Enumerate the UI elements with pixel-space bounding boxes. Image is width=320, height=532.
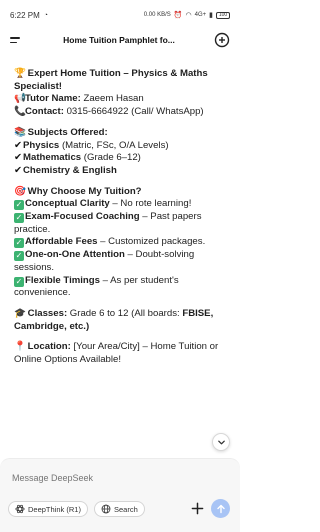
battery-icon: 100 — [216, 11, 230, 19]
menu-icon[interactable] — [10, 33, 24, 47]
send-button[interactable] — [211, 499, 230, 518]
message-composer: DeepThink (R1) Search — [0, 458, 240, 532]
classes-label: Classes: — [27, 307, 68, 319]
reason-name: Conceptual Clarity — [25, 198, 110, 210]
classes-value: Grade 6 to 12 (All boards: — [67, 307, 183, 319]
classes-paragraph: 🎓 Classes: Grade 6 to 12 (All boards: FB… — [14, 308, 226, 333]
phone-icon: 📞 — [14, 106, 26, 118]
network-speed: 0.00 KB/S — [143, 12, 171, 18]
reason-name: Affordable Fees — [25, 236, 98, 248]
status-bar: 6:22 PM ◔ 0.00 KB/S ⏰ ◠ 4G+ ▮ 100 — [0, 0, 240, 30]
alarm-icon: ⏰ — [173, 11, 183, 19]
chat-header: Home Tuition Pamphlet fo... — [0, 28, 240, 52]
subject-name: Physics — [23, 139, 60, 151]
books-icon: 📚 — [14, 126, 26, 138]
atom-icon — [15, 504, 25, 514]
assistant-message: 🏆 Expert Home Tuition – Physics & Maths … — [14, 68, 226, 375]
whatsapp-icon: ◔ — [43, 11, 49, 19]
subject-detail: (Grade 6–12) — [81, 152, 141, 164]
search-button[interactable]: Search — [94, 501, 145, 517]
location-label: Location: — [27, 341, 71, 353]
reason-detail: – Customized packages. — [97, 236, 206, 248]
checkmark-icon: ✔ — [14, 164, 23, 176]
green-check-icon: ✓ — [14, 276, 24, 287]
reason-name: One-on-One Attention — [25, 249, 125, 261]
reason-name: Flexible Timings — [25, 274, 100, 286]
target-icon: 🎯 — [14, 185, 26, 197]
globe-icon — [101, 504, 111, 514]
new-chat-icon[interactable] — [214, 32, 230, 48]
why-heading: Why Choose My Tuition? — [27, 185, 142, 197]
reason-name: Exam-Focused Coaching — [25, 211, 140, 223]
deepthink-button[interactable]: DeepThink (R1) — [8, 501, 88, 517]
green-check-icon: ✓ — [14, 200, 24, 211]
headline: Expert Home Tuition – Physics & Maths Sp… — [14, 68, 208, 92]
message-input[interactable] — [12, 473, 212, 483]
subject-detail: (Matric, FSc, O/A Levels) — [59, 139, 169, 151]
contact-value: 0315-6664922 (Call/ WhatsApp) — [63, 106, 204, 118]
reason-detail: – No rote learning! — [109, 198, 192, 210]
network-type: 4G+ — [194, 12, 207, 18]
green-check-icon: ✓ — [14, 213, 24, 224]
trophy-icon: 🏆 — [14, 68, 26, 79]
arrow-up-icon — [216, 504, 225, 513]
tutor-label: Tutor Name: — [25, 93, 81, 105]
subjects-heading: Subjects Offered: — [27, 126, 108, 138]
battery-level: 100 — [218, 11, 228, 18]
signal-icon: ▮ — [209, 11, 213, 19]
why-paragraph: 🎯 Why Choose My Tuition? ✓ Conceptual Cla… — [14, 186, 226, 300]
green-check-icon: ✓ — [14, 251, 24, 262]
location-paragraph: 📍 Location: [Your Area/City] – Home Tuit… — [14, 341, 226, 366]
tutor-value: Zaeem Hasan — [80, 93, 144, 105]
chat-title: Home Tuition Pamphlet fo... — [63, 35, 175, 45]
wifi-icon: ◠ — [185, 11, 192, 19]
green-check-icon: ✓ — [14, 238, 24, 249]
headline-paragraph: 🏆 Expert Home Tuition – Physics & Maths … — [14, 68, 226, 119]
search-label: Search — [114, 504, 138, 514]
deepthink-label: DeepThink (R1) — [28, 504, 81, 514]
chevron-down-icon — [217, 440, 225, 444]
plus-icon — [191, 502, 203, 514]
checkmark-icon: ✔ — [14, 152, 23, 164]
pin-icon: 📍 — [14, 341, 26, 353]
subject-name: Chemistry & English — [23, 164, 117, 176]
subjects-paragraph: 📚 Subjects Offered: ✔Physics (Matric, FS… — [14, 127, 226, 178]
status-time: 6:22 PM — [10, 10, 40, 20]
checkmark-icon: ✔ — [14, 139, 23, 151]
megaphone-icon: 📢 — [14, 93, 26, 105]
graduation-cap-icon: 🎓 — [14, 307, 26, 319]
attach-button[interactable] — [189, 500, 205, 516]
subject-name: Mathematics — [23, 152, 82, 164]
scroll-to-bottom-button[interactable] — [212, 433, 230, 451]
contact-label: Contact: — [25, 106, 64, 118]
